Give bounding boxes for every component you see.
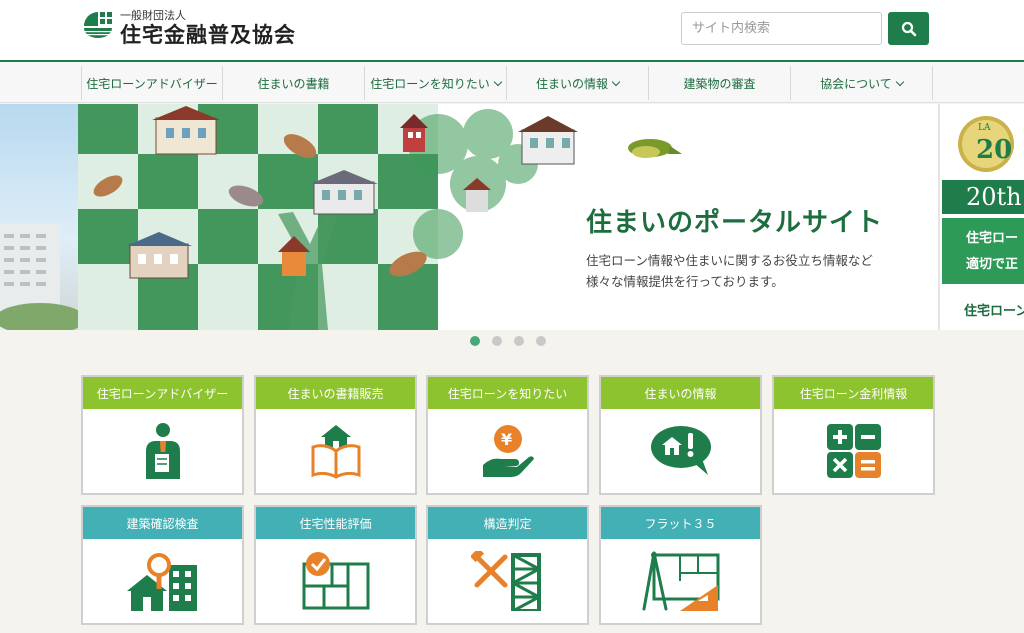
card-housing-info[interactable]: 住まいの情報: [599, 375, 762, 495]
book-house-icon: [311, 425, 360, 479]
logo-mark-icon: [84, 12, 112, 38]
card-title: 構造判定: [428, 507, 587, 539]
site-header: 一般財団法人 住宅金融普及協会: [0, 0, 1024, 60]
card-title: 住まいの書籍販売: [256, 377, 415, 409]
active-slide[interactable]: 住まいのポータルサイト 住宅ローン情報や住まいに関するお役立ち情報など 様々な情…: [78, 104, 936, 330]
next-slide-line: 住宅ロー: [966, 231, 1019, 246]
hero-description: 住宅ローン情報や住まいに関するお役立ち情報など 様々な情報提供を行っております。: [586, 250, 873, 292]
next-slide-line: 適切で正: [966, 257, 1019, 272]
carousel-dot-3[interactable]: [514, 336, 524, 346]
anniversary-badge: 20th: [942, 180, 1024, 214]
search-button[interactable]: [888, 12, 929, 45]
apartment-building-icon: [0, 224, 85, 330]
svg-text:LA: LA: [978, 123, 991, 133]
next-slide-link[interactable]: 住宅ローン: [964, 300, 1024, 319]
logo[interactable]: [82, 8, 120, 40]
hero-desc-line: 住宅ローン情報や住まいに関するお役立ち情報など: [586, 253, 873, 268]
green-bird-icon: [628, 139, 682, 158]
nav-item-housing-info[interactable]: 住まいの情報: [507, 66, 649, 100]
card-title: フラット３５: [601, 507, 760, 539]
chevron-down-icon: [895, 77, 905, 86]
nav-item-building-review[interactable]: 建築物の審査: [649, 66, 791, 100]
carousel-dot-4[interactable]: [536, 336, 546, 346]
carousel-dot-1[interactable]: [470, 336, 480, 346]
nav-item-loan-advisor[interactable]: 住宅ローンアドバイザー: [81, 66, 223, 100]
next-slide-text: 住宅ロー 適切で正: [942, 218, 1024, 284]
compass-plan-icon: [642, 551, 719, 611]
nav-label: 協会について: [820, 76, 892, 91]
nav-label: 住まいの情報: [535, 76, 608, 91]
info-bubble-icon: [650, 426, 711, 475]
card-structural-judgment[interactable]: 構造判定: [426, 505, 589, 625]
card-interest-rates[interactable]: 住宅ローン金利情報: [772, 375, 935, 495]
card-books[interactable]: 住まいの書籍販売: [254, 375, 417, 495]
card-title: 住宅性能評価: [256, 507, 415, 539]
nav-label: 住宅ローンアドバイザー: [86, 76, 218, 91]
hero-carousel[interactable]: 住まいのポータルサイト 住宅ローン情報や住まいに関するお役立ち情報など 様々な情…: [0, 104, 1024, 330]
card-title: 住宅ローン金利情報: [774, 377, 933, 409]
nav-label: 住宅ローンを知りたい: [370, 76, 490, 91]
org-name[interactable]: 住宅金融普及協会: [120, 19, 296, 49]
advisor-icon: [145, 423, 180, 479]
floorplan-check-icon: [302, 552, 369, 610]
anniversary-seal-icon: 20 LA: [958, 116, 1014, 172]
nav-label: 住まいの書籍: [257, 76, 330, 91]
tools-structure-icon: [470, 551, 541, 611]
main-nav: 住宅ローンアドバイザー 住まいの書籍 住宅ローンを知りたい 住まいの情報 建築物…: [0, 60, 1024, 103]
yen-hand-icon: ¥: [482, 425, 534, 477]
card-loan-info[interactable]: 住宅ローンを知りたい ¥: [426, 375, 589, 495]
svg-text:¥: ¥: [501, 430, 512, 449]
card-title: 住宅ローンアドバイザー: [83, 377, 242, 409]
calculator-icon: [826, 424, 881, 478]
hero-title: 住まいのポータルサイト: [586, 208, 884, 238]
search-icon: [901, 21, 916, 36]
chevron-down-icon: [611, 77, 621, 86]
nav-item-loan-info[interactable]: 住宅ローンを知りたい: [365, 66, 507, 100]
card-loan-advisor[interactable]: 住宅ローンアドバイザー: [81, 375, 244, 495]
tree-houses-illustration: [78, 104, 538, 330]
card-title: 建築確認検査: [83, 507, 242, 539]
chevron-down-icon: [493, 77, 502, 86]
hero-desc-line: 様々な情報提供を行っております。: [586, 274, 784, 289]
carousel-dots: [470, 336, 546, 346]
nav-item-about[interactable]: 協会について: [791, 66, 933, 100]
svg-text:20: 20: [976, 135, 1012, 165]
nav-label: 建築物の審査: [683, 76, 756, 91]
previous-slide-image[interactable]: [0, 104, 85, 330]
card-performance-evaluation[interactable]: 住宅性能評価: [254, 505, 417, 625]
card-flat35[interactable]: フラット３５: [599, 505, 762, 625]
nav-item-books[interactable]: 住まいの書籍: [223, 66, 365, 100]
carousel-dot-2[interactable]: [492, 336, 502, 346]
card-title: 住宅ローンを知りたい: [428, 377, 587, 409]
next-slide-preview[interactable]: 20 LA 20th 住宅ロー 適切で正 住宅ローン: [938, 104, 1024, 330]
card-title: 住まいの情報: [601, 377, 760, 409]
building-inspect-icon: [126, 553, 197, 611]
card-building-inspection[interactable]: 建築確認検査: [81, 505, 244, 625]
search-input[interactable]: [681, 12, 882, 45]
